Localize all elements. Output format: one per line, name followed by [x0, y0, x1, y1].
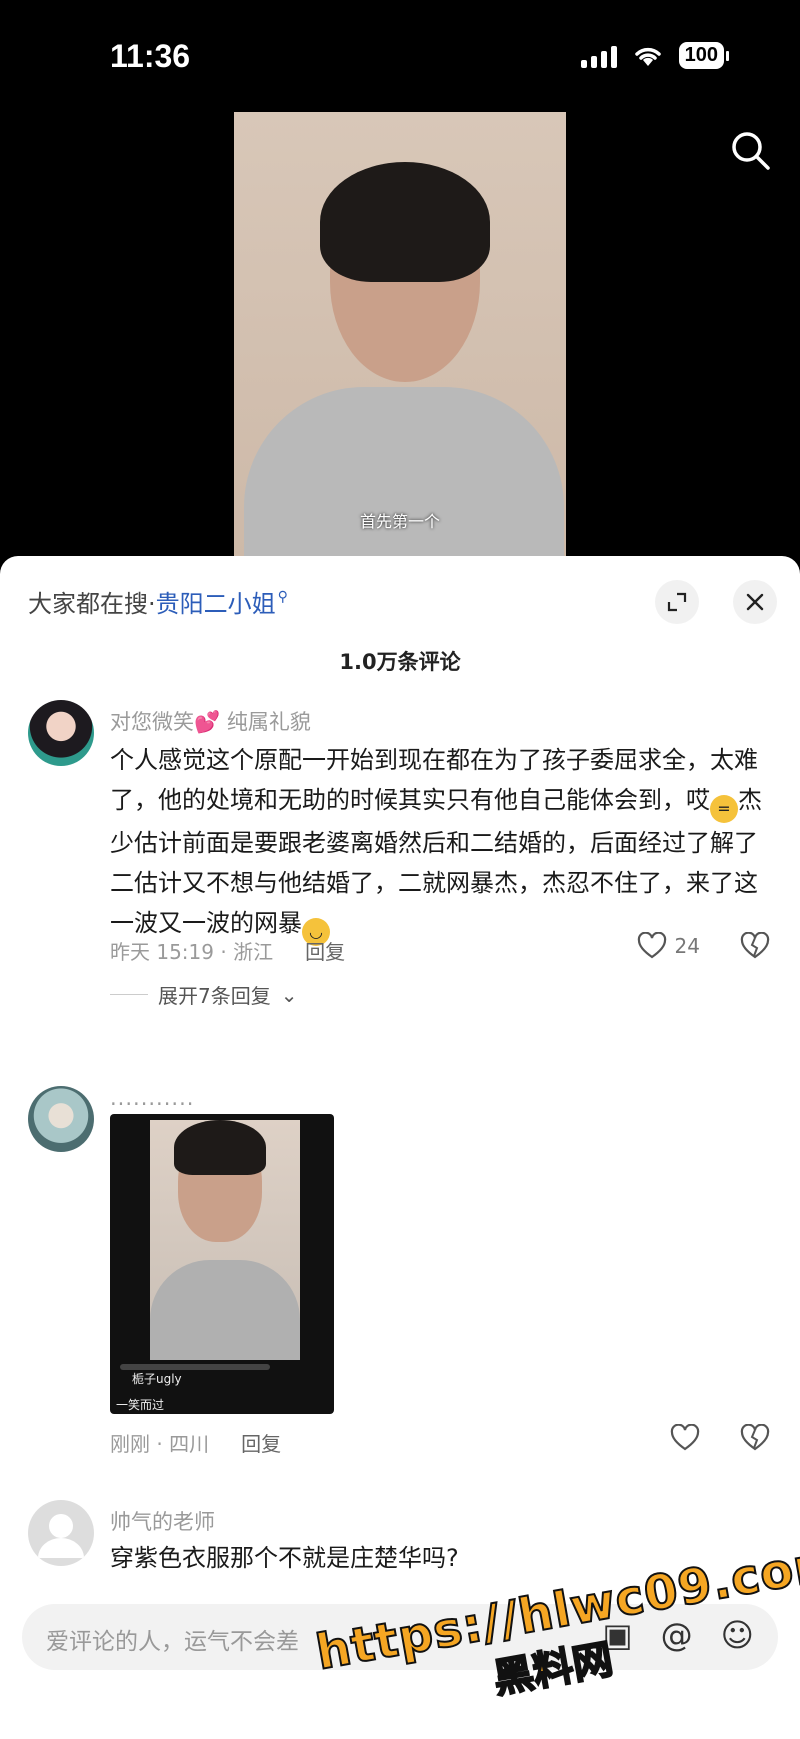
default-avatar-icon: [38, 1514, 84, 1558]
comment-text: 个人感觉这个原配一开始到现在都在为了孩子委屈求全，太难了，他的处境和无助的时候其…: [110, 740, 770, 946]
broken-heart-icon: [740, 931, 770, 959]
heart-icon: [637, 932, 666, 959]
thumb-hair: [174, 1120, 266, 1175]
close-button[interactable]: [733, 580, 777, 624]
comment-time-location: 刚刚 · 四川: [110, 1432, 210, 1456]
video-figure-shirt: [244, 387, 564, 560]
close-icon: [746, 593, 764, 611]
expand-icon: [667, 592, 687, 612]
reply-button[interactable]: 回复: [305, 936, 345, 965]
comment-count: 1.0万条评论: [339, 650, 461, 674]
wifi-icon: [633, 44, 663, 68]
trending-label: 大家都在搜·: [28, 590, 156, 618]
dislike-button[interactable]: [740, 1423, 770, 1456]
thumb-text: 栀子ugly: [132, 1372, 182, 1386]
comment-username[interactable]: 对您微笑💕 纯属礼貌: [110, 706, 311, 736]
comment-username[interactable]: 帅气的老师: [110, 1506, 215, 1536]
expand-replies-label: 展开7条回复: [158, 984, 271, 1008]
thumb-shirt: [150, 1260, 300, 1360]
reply-button[interactable]: 回复: [241, 1428, 281, 1457]
divider: [110, 994, 148, 995]
avatar[interactable]: [28, 1086, 94, 1152]
expand-sheet-button[interactable]: [655, 580, 699, 624]
chevron-down-icon: ⌄: [280, 982, 298, 1007]
comment-username[interactable]: ...........: [110, 1086, 194, 1110]
thumb-text: 一笑而过: [116, 1398, 165, 1412]
status-icons: 100: [580, 42, 730, 69]
video-player[interactable]: 首先第一个: [234, 112, 566, 560]
comment-meta: 昨天 15:19 · 浙江 回复: [110, 936, 345, 965]
comment-image[interactable]: 栀子ugly 一笑而过: [110, 1114, 334, 1414]
signal-icon: [580, 44, 617, 68]
status-time: 11:36: [110, 38, 191, 74]
like-button[interactable]: [670, 1424, 700, 1452]
expressionless-emoji-icon: =: [710, 795, 738, 823]
avatar[interactable]: [28, 1500, 94, 1566]
like-button[interactable]: 24: [637, 932, 700, 960]
trending-search[interactable]: 大家都在搜· 贵阳二小姐 ⚲: [28, 584, 288, 619]
trending-term[interactable]: 贵阳二小姐: [156, 584, 276, 619]
search-small-icon: ⚲: [277, 588, 288, 605]
dislike-button[interactable]: [740, 931, 770, 964]
heart-icon: [670, 1424, 700, 1451]
broken-heart-icon: [740, 1423, 770, 1451]
battery-icon: 100: [678, 42, 730, 69]
video-area[interactable]: 11:36 100 首先第一个: [0, 0, 800, 560]
comment-text-part: 个人感觉这个原配一开始到现在都在为了孩子委屈求全，太难了，他的处境和无助的时候其…: [110, 746, 758, 814]
video-caption: 首先第一个: [359, 512, 440, 531]
comment-time-location: 昨天 15:19 · 浙江: [110, 940, 274, 964]
comment-input-placeholder: 爱评论的人，运气不会差: [46, 1629, 299, 1655]
thumb-video-frame: [150, 1120, 300, 1360]
comment-meta: 刚刚 · 四川 回复: [110, 1428, 281, 1457]
avatar[interactable]: [28, 700, 94, 766]
video-figure-hair: [320, 162, 490, 282]
like-count: 24: [674, 934, 700, 958]
expand-replies-button[interactable]: 展开7条回复 ⌄: [110, 980, 298, 1009]
search-icon[interactable]: [730, 130, 772, 172]
